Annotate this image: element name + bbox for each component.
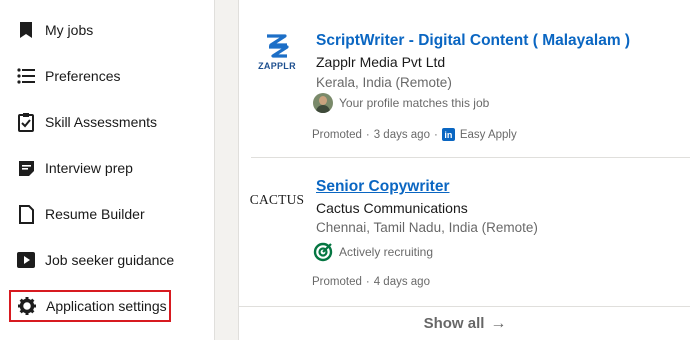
avatar — [313, 93, 333, 113]
sidebar-item-label: Application settings — [46, 298, 167, 314]
list-icon — [15, 65, 37, 87]
logo-text: CACTUS — [249, 192, 305, 207]
sidebar-item-label: Interview prep — [45, 160, 133, 176]
gear-icon — [16, 295, 38, 317]
bookmark-icon — [15, 19, 37, 41]
job-meta: Promoted · 3 days ago · in Easy Apply — [312, 128, 517, 141]
job-card[interactable]: ZAPPLR ScriptWriter - Digital Content ( … — [239, 0, 690, 158]
show-all-label: Show all — [423, 315, 485, 332]
video-icon — [15, 249, 37, 271]
sidebar-item-application-settings[interactable]: Application settings — [9, 290, 171, 322]
sidebar-item-label: Job seeker guidance — [45, 252, 175, 268]
job-meta: Promoted · 4 days ago — [312, 276, 430, 288]
job-location: Chennai, Tamil Nadu, India (Remote) — [316, 220, 538, 235]
promoted-label: Promoted — [312, 276, 362, 288]
sidebar-item-interview-prep[interactable]: Interview prep — [9, 152, 209, 184]
posted-time: 3 days ago — [373, 128, 430, 141]
job-title-link[interactable]: Senior Copywriter — [316, 178, 450, 196]
company-name: Cactus Communications — [316, 200, 468, 216]
recommended-jobs-card: ZAPPLR ScriptWriter - Digital Content ( … — [238, 0, 690, 340]
linkedin-icon: in — [441, 128, 455, 141]
sidebar-item-label: Resume Builder — [45, 206, 145, 222]
sidebar-item-skill-assessments[interactable]: Skill Assessments — [9, 106, 209, 138]
note-icon — [15, 157, 37, 179]
job-location: Kerala, India (Remote) — [316, 75, 452, 90]
sidebar-item-job-seeker-guidance[interactable]: Job seeker guidance — [9, 244, 209, 276]
sidebar-item-preferences[interactable]: Preferences — [9, 60, 209, 92]
job-insight: Actively recruiting — [313, 242, 433, 262]
company-logo: CACTUS — [249, 172, 305, 228]
posted-time: 4 days ago — [373, 276, 430, 288]
clipboard-check-icon — [15, 111, 37, 133]
show-all-button[interactable]: Show all → — [239, 306, 690, 340]
sidebar-item-label: Preferences — [45, 68, 121, 84]
logo-text: ZAPPLR — [258, 61, 296, 71]
sidebar-item-resume-builder[interactable]: Resume Builder — [9, 198, 209, 230]
gutter — [215, 0, 238, 340]
job-card[interactable]: CACTUS Senior Copywriter Cactus Communic… — [239, 158, 690, 306]
jobs-sidebar: My jobs Preferences Skill Assessments In… — [0, 0, 215, 340]
company-name: Zapplr Media Pvt Ltd — [316, 54, 446, 70]
insight-text: Your profile matches this job — [339, 96, 490, 110]
arrow-right-icon: → — [490, 314, 507, 332]
job-insight: Your profile matches this job — [313, 93, 489, 113]
sidebar-item-my-jobs[interactable]: My jobs — [9, 14, 209, 46]
document-icon — [15, 203, 37, 225]
recruiting-icon — [313, 242, 333, 262]
sidebar-item-label: My jobs — [45, 22, 94, 38]
insight-text: Actively recruiting — [339, 245, 434, 259]
job-title-link[interactable]: ScriptWriter - Digital Content ( Malayal… — [316, 32, 630, 50]
sidebar-item-label: Skill Assessments — [45, 114, 158, 130]
zapplr-logo-mark — [267, 34, 289, 58]
easy-apply-label: Easy Apply — [459, 128, 517, 141]
company-logo: ZAPPLR — [249, 24, 305, 80]
promoted-label: Promoted — [312, 128, 362, 141]
